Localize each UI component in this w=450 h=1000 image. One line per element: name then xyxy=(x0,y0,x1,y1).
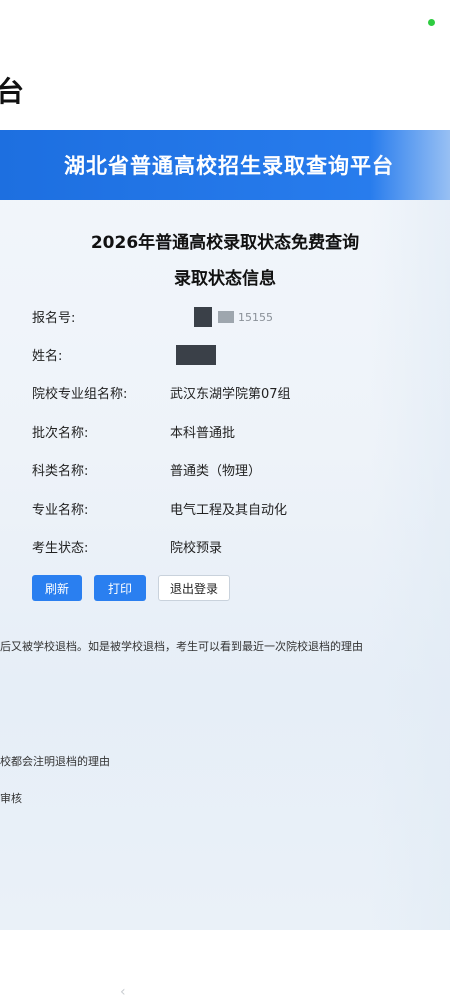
field-label: 考生状态: xyxy=(32,541,89,556)
field-value: 电气工程及其自动化 xyxy=(170,503,288,518)
background-page-title: 台 xyxy=(0,75,26,108)
query-heading: 2026年普通高校录取状态免费查询 xyxy=(90,233,360,253)
field-label: 批次名称: xyxy=(32,426,89,441)
print-button[interactable]: 打印 xyxy=(94,575,146,601)
field-row-status: 考生状态: 院校预录 xyxy=(0,537,450,559)
status-indicator-dot xyxy=(428,19,435,26)
field-label: 专业名称: xyxy=(32,503,89,518)
status-info-heading: 录取状态信息 xyxy=(174,269,276,289)
redaction-block xyxy=(218,311,234,323)
redaction-block xyxy=(176,345,216,365)
field-label: 姓名: xyxy=(32,349,63,364)
field-label: 院校专业组名称: xyxy=(32,387,128,402)
photo-of-query-page: 湖北省普通高校招生录取查询平台 2026年普通高校录取状态免费查询 录取状态信息… xyxy=(0,130,450,930)
field-value: 院校预录 xyxy=(170,541,223,556)
logout-button[interactable]: 退出登录 xyxy=(158,575,230,601)
field-row-registration-number: 报名号: 15155 xyxy=(0,307,450,329)
field-value: 普通类（物理） xyxy=(170,464,262,479)
field-value: 武汉东湖学院第07组 xyxy=(170,387,291,402)
back-chevron-icon[interactable]: ‹ xyxy=(120,984,126,1000)
field-row-major-group: 院校专业组名称: 武汉东湖学院第07组 xyxy=(0,383,450,405)
platform-banner: 湖北省普通高校招生录取查询平台 xyxy=(0,130,450,200)
field-label: 科类名称: xyxy=(32,464,89,479)
platform-banner-title: 湖北省普通高校招生录取查询平台 xyxy=(64,154,394,178)
field-row-category: 科类名称: 普通类（物理） xyxy=(0,460,450,482)
field-value: 15155 xyxy=(170,307,273,327)
field-value: 本科普通批 xyxy=(170,426,236,441)
field-row-major: 专业名称: 电气工程及其自动化 xyxy=(0,499,450,521)
bottom-area xyxy=(0,930,450,1000)
field-row-name: 姓名: xyxy=(0,345,450,367)
field-label: 报名号: xyxy=(32,311,76,326)
field-row-batch: 批次名称: 本科普通批 xyxy=(0,422,450,444)
note-text: 后又被学校退档。如是被学校退档，考生可以看到最近一次院校退档的理由 xyxy=(0,640,363,653)
field-value xyxy=(170,345,216,365)
redaction-block xyxy=(194,307,212,327)
note-text: 校都会注明退档的理由 xyxy=(0,755,110,768)
note-text: 审核 xyxy=(0,792,22,805)
registration-number-partial: 15155 xyxy=(238,310,273,324)
refresh-button[interactable]: 刷新 xyxy=(32,575,82,601)
